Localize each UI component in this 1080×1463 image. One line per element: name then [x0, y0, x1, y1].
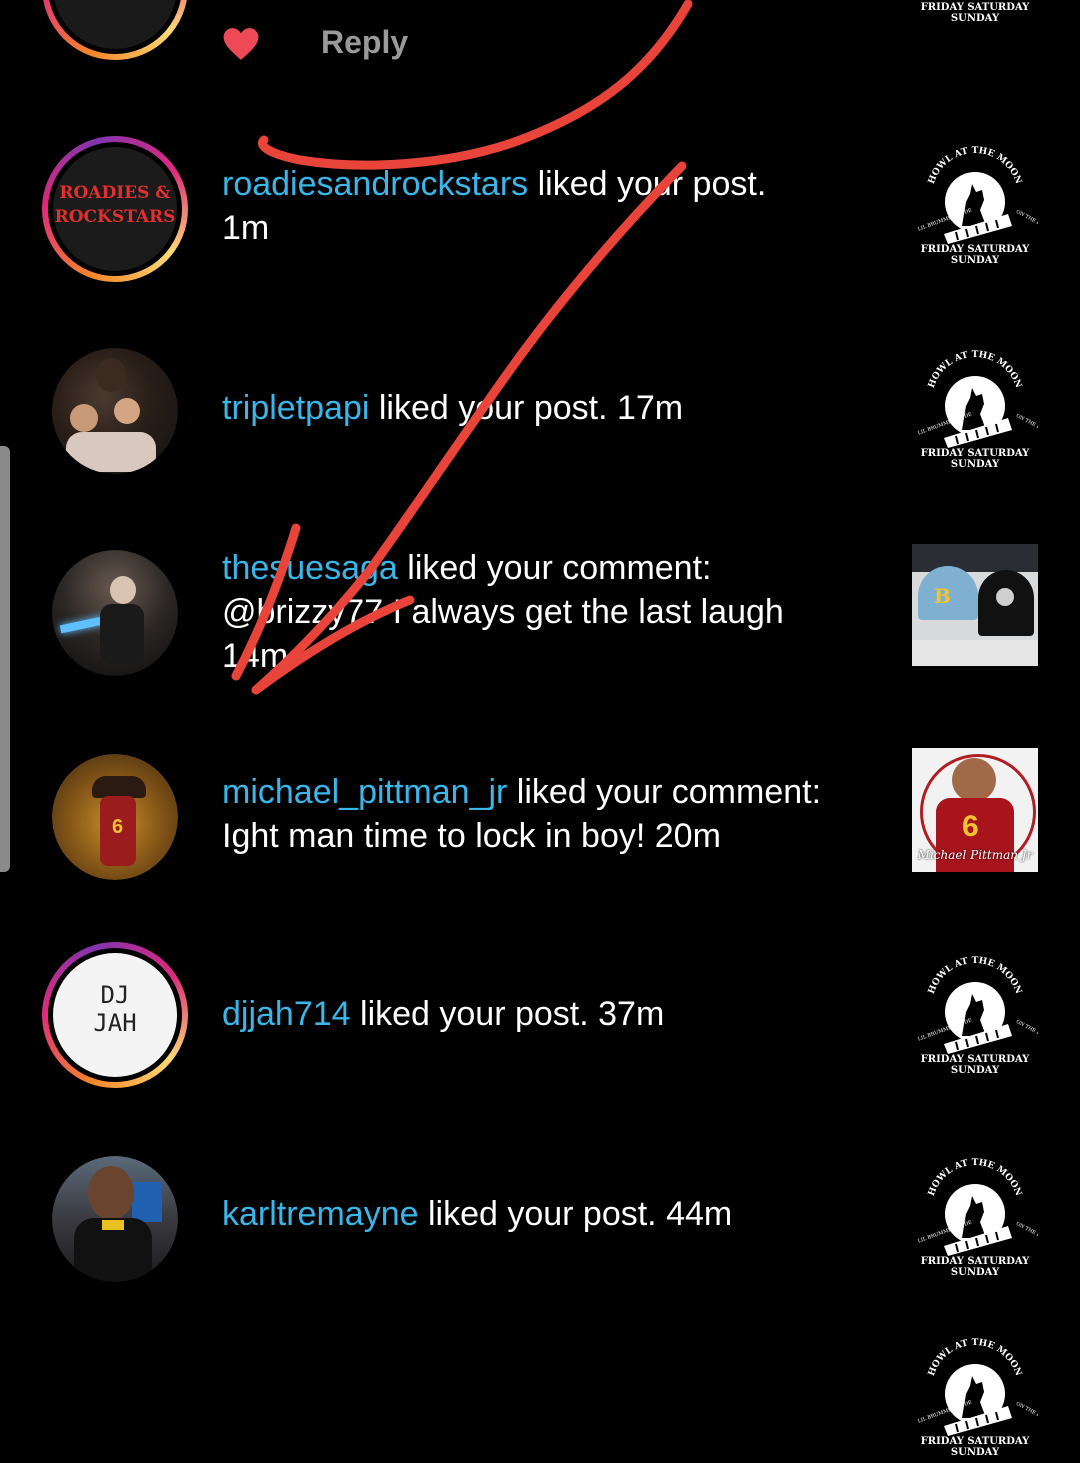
notification-row-partial-top: Reply FRIDAY SATURDAY SUNDAY: [0, 0, 1080, 90]
notification-action: liked your comment:: [397, 549, 712, 587]
notification-text: thesuesaga liked your comment: @brizzy77…: [222, 546, 882, 678]
notification-action: liked your post. 44m: [418, 1195, 733, 1233]
username-link[interactable]: karltremayne: [222, 1195, 419, 1233]
svg-text:FRIDAY SATURDAY: FRIDAY SATURDAY: [921, 1436, 1030, 1447]
timestamp: 14m: [222, 637, 289, 675]
post-thumbnail[interactable]: HOWL AT THE MOON LIL BRUMMER DUDE ON THE…: [912, 1332, 1057, 1458]
avatar[interactable]: [52, 348, 178, 474]
svg-text:ON THE DRUMS: ON THE DRUMS: [1015, 1019, 1038, 1045]
post-thumbnail[interactable]: HOWL AT THE MOON LIL BRUMMER DUDE ON THE…: [912, 140, 1057, 266]
svg-text:ON THE DRUMS: ON THE DRUMS: [1015, 413, 1038, 439]
moon-logo-icon: HOWL AT THE MOON LIL BRUMMER DUDE ON THE…: [917, 956, 1057, 1076]
thumbnail-caption: FRIDAY SATURDAY SUNDAY: [920, 2, 1030, 24]
svg-text:ON THE DRUMS: ON THE DRUMS: [1015, 209, 1038, 235]
svg-text:SUNDAY: SUNDAY: [951, 1447, 1000, 1458]
notification-row[interactable]: thesuesaga liked your comment: @brizzy77…: [0, 544, 1080, 684]
notification-text: karltremayne liked your post. 44m: [222, 1192, 882, 1236]
post-thumbnail[interactable]: HOWL AT THE MOON LIL BRUMMER DUDE ON THE…: [912, 344, 1057, 470]
notification-action: liked your post. 17m: [369, 389, 684, 427]
svg-text:FRIDAY SATURDAY: FRIDAY SATURDAY: [921, 1054, 1030, 1065]
post-thumbnail[interactable]: B: [912, 544, 1038, 666]
scrollbar[interactable]: [0, 446, 10, 872]
notification-row[interactable]: 6 michael_pittman_jr liked your comment:…: [0, 748, 1080, 888]
username-link[interactable]: michael_pittman_jr: [222, 773, 507, 811]
avatar-text: DJ: [100, 981, 130, 1009]
svg-text:SUNDAY: SUNDAY: [951, 1065, 1000, 1076]
post-thumbnail[interactable]: HOWL AT THE MOON LIL BRUMMER DUDE ON THE…: [912, 1152, 1057, 1278]
avatar[interactable]: ROADIES & ROCKSTARS: [42, 136, 188, 282]
avatar-text: ROCKSTARS: [54, 207, 176, 227]
notification-text: djjah714 liked your post. 37m: [222, 992, 882, 1036]
notification-text: tripletpapi liked your post. 17m: [222, 386, 882, 430]
svg-text:SUNDAY: SUNDAY: [951, 1267, 1000, 1278]
post-thumbnail[interactable]: 6 Michael Pittman Jr: [912, 748, 1038, 872]
moon-logo-icon: HOWL AT THE MOON LIL BRUMMER DUDE ON THE…: [917, 146, 1057, 266]
reply-button[interactable]: Reply: [321, 24, 408, 61]
avatar-text: ROADIES &: [59, 183, 171, 203]
timestamp: 1m: [222, 209, 270, 247]
moon-logo-icon: HOWL AT THE MOON LIL BRUMMER DUDE ON THE…: [917, 1338, 1057, 1458]
notification-text: roadiesandrockstars liked your post. 1m: [222, 162, 882, 250]
svg-text:SUNDAY: SUNDAY: [951, 459, 1000, 470]
avatar[interactable]: [42, 0, 188, 60]
avatar[interactable]: [52, 1156, 178, 1282]
moon-logo-icon: HOWL AT THE MOON LIL BRUMMER DUDE ON THE…: [917, 1158, 1057, 1278]
notification-row[interactable]: DJ JAH djjah714 liked your post. 37m HOW…: [0, 942, 1080, 1092]
post-thumbnail[interactable]: HOWL AT THE MOON LIL BRUMMER DUDE ON THE…: [912, 950, 1057, 1076]
comment-text: Ight man time to lock in boy! 20m: [222, 817, 721, 855]
avatar[interactable]: DJ JAH: [42, 942, 188, 1088]
username-link[interactable]: roadiesandrockstars: [222, 165, 528, 203]
moon-logo-icon: HOWL AT THE MOON LIL BRUMMER DUDE ON THE…: [917, 350, 1057, 470]
notification-action: liked your post.: [528, 165, 767, 203]
comment-text: @brizzy77 I always get the last laugh: [222, 593, 784, 631]
avatar[interactable]: 6: [52, 754, 178, 880]
svg-text:SUNDAY: SUNDAY: [951, 255, 1000, 266]
notification-action: liked your comment:: [507, 773, 822, 811]
svg-text:FRIDAY SATURDAY: FRIDAY SATURDAY: [921, 244, 1030, 255]
svg-text:ON THE DRUMS: ON THE DRUMS: [1015, 1401, 1038, 1427]
username-link[interactable]: tripletpapi: [222, 389, 369, 427]
avatar-text: JAH: [93, 1009, 137, 1037]
heart-icon[interactable]: [222, 26, 260, 62]
username-link[interactable]: thesuesaga: [222, 549, 398, 587]
thumbnail-caption: Michael Pittman Jr: [917, 848, 1033, 862]
notification-row[interactable]: karltremayne liked your post. 44m HOWL A…: [0, 1152, 1080, 1282]
post-thumbnail[interactable]: FRIDAY SATURDAY SUNDAY: [912, 0, 1038, 30]
svg-text:ON THE DRUMS: ON THE DRUMS: [1015, 1221, 1038, 1247]
notification-row-partial-bottom: HOWL AT THE MOON LIL BRUMMER DUDE ON THE…: [0, 1330, 1080, 1458]
avatar[interactable]: [52, 550, 178, 676]
svg-text:FRIDAY SATURDAY: FRIDAY SATURDAY: [921, 1256, 1030, 1267]
notification-action: liked your post. 37m: [350, 995, 665, 1033]
svg-text:FRIDAY SATURDAY: FRIDAY SATURDAY: [921, 448, 1030, 459]
notification-text: michael_pittman_jr liked your comment: I…: [222, 770, 882, 858]
notification-row[interactable]: ROADIES & ROCKSTARS roadiesandrockstars …: [0, 136, 1080, 286]
notification-row[interactable]: tripletpapi liked your post. 17m HOWL AT…: [0, 344, 1080, 476]
username-link[interactable]: djjah714: [222, 995, 351, 1033]
